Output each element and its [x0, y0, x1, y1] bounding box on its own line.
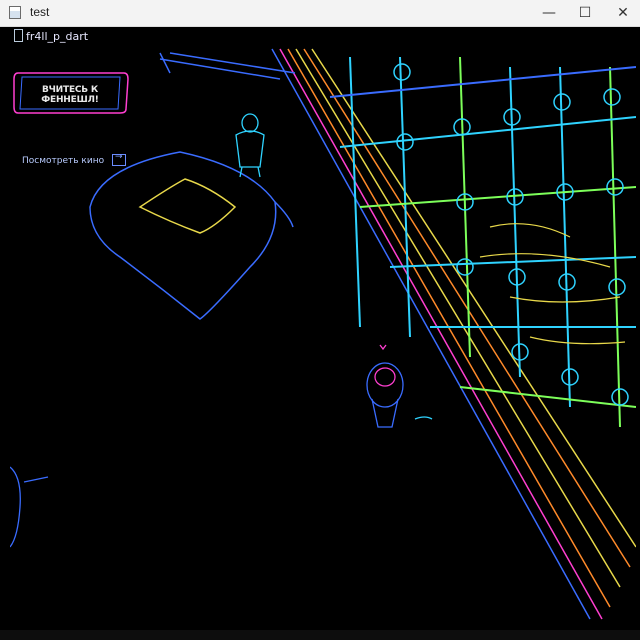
close-icon: ✕: [617, 5, 629, 21]
left-edge-object: [10, 466, 49, 548]
player-character[interactable]: [366, 344, 433, 428]
ground-detail: [479, 223, 626, 345]
title-bar[interactable]: test — ☐ ✕: [0, 0, 640, 27]
bear-figure[interactable]: [235, 113, 265, 178]
watch-movie-toggle[interactable]: →: [112, 152, 126, 166]
player-name-label: fr4ll_p_dart: [14, 29, 88, 43]
maximize-icon: ☐: [578, 5, 592, 21]
climbing-lattice: [329, 56, 636, 428]
window-title: test: [30, 5, 50, 19]
app-window-icon: [9, 6, 21, 19]
app-window: test — ☐ ✕ fr4ll_p_dart ВЧИТЕСЬ К ФЕННЕШ…: [0, 0, 640, 640]
minimize-icon: —: [542, 5, 556, 21]
player-name-text: fr4ll_p_dart: [26, 30, 89, 43]
game-viewport[interactable]: fr4ll_p_dart ВЧИТЕСЬ К ФЕННЕШЛ! Посмотре…: [10, 27, 636, 630]
arrow-right-icon: →: [115, 152, 123, 162]
bottom-strip: [0, 630, 640, 640]
watch-movie-label: Посмотреть кино: [22, 156, 105, 166]
sandbox-object[interactable]: [89, 151, 294, 320]
primary-action-button[interactable]: ВЧИТЕСЬ К ФЕННЕШЛ!: [14, 85, 126, 105]
edge-render-scene: [10, 48, 636, 620]
top-rail: [159, 52, 296, 80]
close-button[interactable]: ✕: [600, 0, 640, 26]
player-badge-icon: [14, 29, 23, 42]
